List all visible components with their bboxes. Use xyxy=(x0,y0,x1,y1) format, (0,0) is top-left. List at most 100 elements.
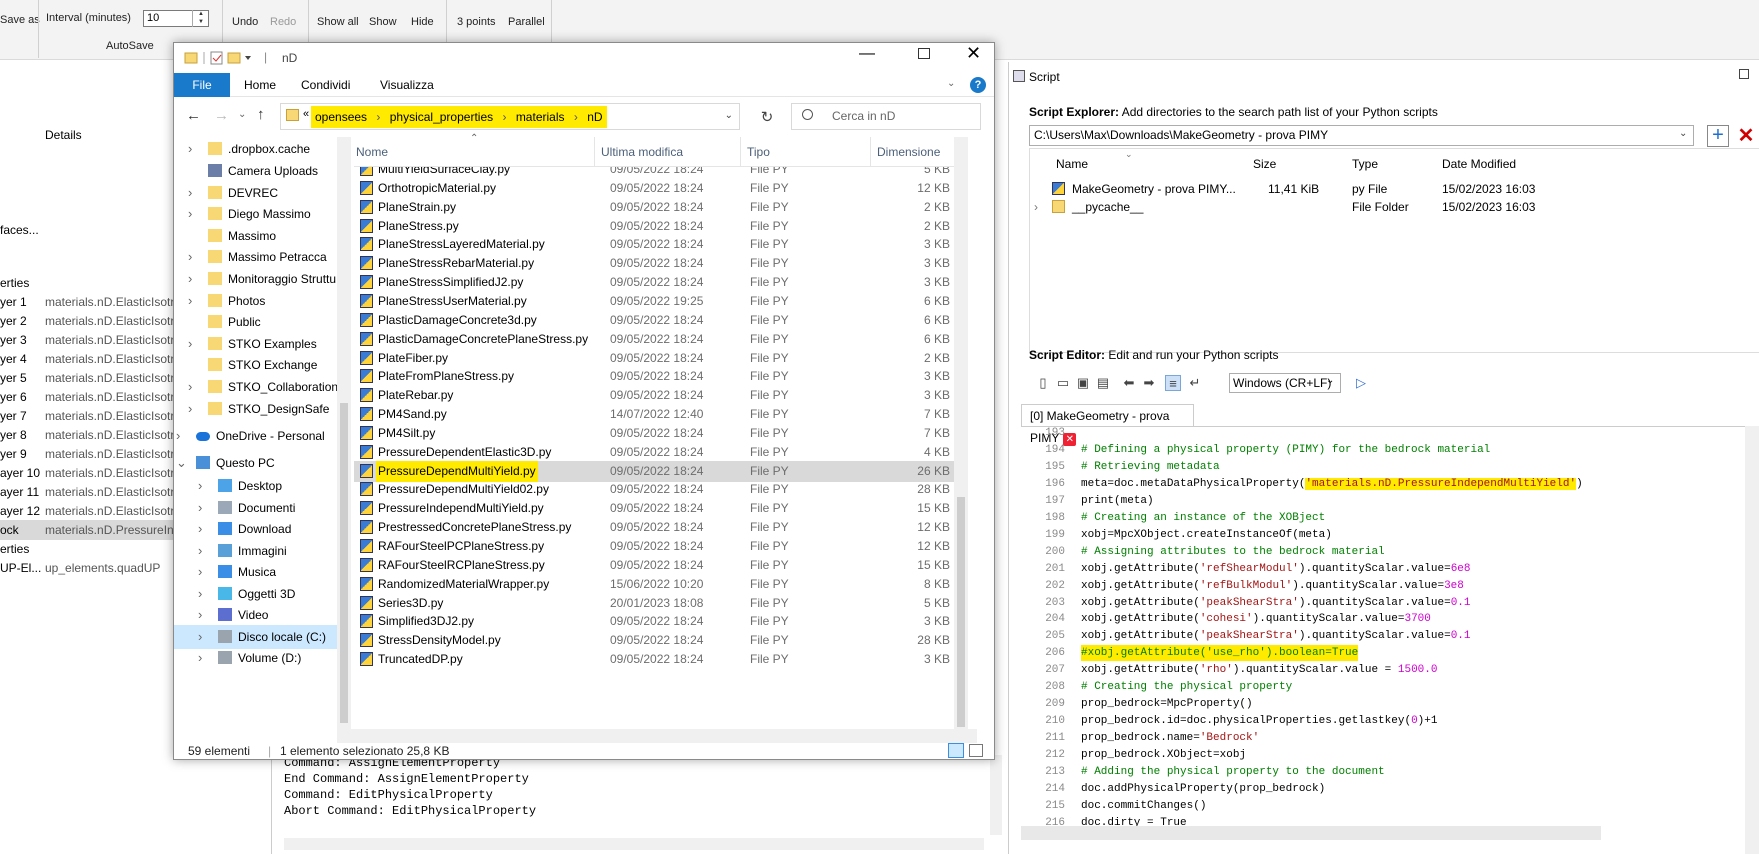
file-row[interactable]: RandomizedMaterialWrapper.py 15/06/2022 1… xyxy=(354,574,954,595)
tab-visualizza[interactable]: Visualizza xyxy=(380,73,434,97)
save-icon[interactable]: ▣ xyxy=(1075,375,1091,391)
column-type[interactable]: Tipo xyxy=(740,137,770,167)
address-dropdown-icon[interactable]: ⌄ xyxy=(725,110,733,121)
expand-chevron-icon[interactable]: › xyxy=(198,474,202,498)
file-row[interactable]: PlateFiber.py 09/05/2022 18:24 File PY 2 KB xyxy=(354,348,954,369)
word-wrap-icon[interactable]: ↵ xyxy=(1187,375,1203,391)
nav-item-stko-exchange[interactable]: STKO Exchange xyxy=(174,353,339,377)
show-all-button[interactable]: Show all xyxy=(317,16,359,28)
maximize-button[interactable] xyxy=(918,48,930,59)
expand-chevron-icon[interactable]: › xyxy=(176,424,180,448)
minimize-button[interactable]: — xyxy=(859,45,875,63)
navigation-scrollbar-thumb[interactable] xyxy=(340,403,348,723)
breadcrumb-nd[interactable]: nD xyxy=(587,110,602,124)
column-size[interactable]: Dimensione xyxy=(870,137,940,167)
nav-item-massimo-petracca[interactable]: › Massimo Petracca xyxy=(174,245,339,269)
nav-item-diego-massimo[interactable]: › Diego Massimo xyxy=(174,202,339,226)
nav-item-volume-d[interactable]: › Volume (D:) xyxy=(174,646,339,670)
tab-home[interactable]: Home xyxy=(244,73,276,97)
code-vertical-scrollbar[interactable] xyxy=(1745,426,1759,854)
nav-item-onedrive-personal[interactable]: › OneDrive - Personal xyxy=(174,424,339,448)
nav-item-public[interactable]: Public xyxy=(174,310,339,334)
breadcrumb-materials[interactable]: materials xyxy=(516,110,565,124)
file-row[interactable]: PressureDependentElastic3D.py 09/05/2022 … xyxy=(354,442,954,463)
file-row[interactable]: PlaneStress.py 09/05/2022 18:24 File PY 2 K… xyxy=(354,216,954,237)
undo-button[interactable]: Undo xyxy=(232,16,258,28)
expand-chevron-icon[interactable]: ⌄ xyxy=(176,451,187,475)
editor-tab[interactable]: [0] MakeGeometry - prova PIMY ✕ xyxy=(1021,404,1194,446)
file-row[interactable]: PlaneStrain.py 09/05/2022 18:24 File PY 2 K… xyxy=(354,197,954,218)
file-row[interactable]: RAFourSteelPCPlaneStress.py 09/05/2022 18… xyxy=(354,536,954,557)
file-row[interactable]: PrestressedConcretePlaneStress.py 09/05/2… xyxy=(354,517,954,538)
column-name[interactable]: Nome xyxy=(356,137,388,167)
file-row[interactable]: PlaneStressRebarMaterial.py 09/05/2022 18… xyxy=(354,253,954,274)
column-modified[interactable]: Ultima modifica xyxy=(594,137,683,167)
up-arrow-icon[interactable]: ↑ xyxy=(257,106,265,123)
expand-chevron-icon[interactable]: › xyxy=(188,137,192,161)
expand-chevron-icon[interactable]: › xyxy=(198,517,202,541)
open-file-icon[interactable]: ▭ xyxy=(1055,375,1071,391)
three-points-button[interactable]: 3 points xyxy=(457,16,496,28)
quick-access-toolbar-icons[interactable] xyxy=(184,50,254,66)
details-view-icon[interactable] xyxy=(948,743,964,758)
file-row[interactable]: PM4Sand.py 14/07/2022 12:40 File PY 7 KB xyxy=(354,404,954,425)
file-row[interactable]: OrthotropicMaterial.py 09/05/2022 18:24 Fi… xyxy=(354,178,954,199)
column-date[interactable]: Date Modified xyxy=(1442,157,1516,171)
refresh-icon[interactable]: ↻ xyxy=(754,105,780,132)
nav-item-stko-collaborations[interactable]: › STKO_Collaborations xyxy=(174,375,339,399)
code-editor[interactable]: 193 194 # Defining a physical property (PI… xyxy=(1021,426,1759,854)
nav-item-monitoraggio-struttu[interactable]: › Monitoraggio Struttu xyxy=(174,267,339,291)
nav-item-desktop[interactable]: › Desktop xyxy=(174,474,339,498)
nav-item-dropbox-cache[interactable]: › .dropbox.cache xyxy=(174,137,339,161)
redo-button[interactable]: Redo xyxy=(270,16,296,28)
nav-item-download[interactable]: › Download xyxy=(174,517,339,541)
file-row[interactable]: PlasticDamageConcrete3d.py 09/05/2022 18:… xyxy=(354,310,954,331)
redo-icon[interactable]: ➡ xyxy=(1141,375,1157,391)
file-row[interactable]: PressureDependMultiYield02.py 09/05/2022 … xyxy=(354,479,954,500)
large-icons-view-icon[interactable] xyxy=(969,744,983,757)
tab-condividi[interactable]: Condividi xyxy=(301,73,350,97)
select-dropdown-icon[interactable]: ⌄ xyxy=(1326,375,1334,386)
file-row[interactable]: PlateFromPlaneStress.py 09/05/2022 18:24 F… xyxy=(354,366,954,387)
column-size[interactable]: Size xyxy=(1253,157,1276,171)
overflow-chevron-icon[interactable]: « xyxy=(303,108,309,120)
expand-chevron-icon[interactable]: › xyxy=(198,646,202,670)
remove-directory-button[interactable]: ✕ xyxy=(1735,125,1757,147)
nav-item-musica[interactable]: › Musica xyxy=(174,560,339,584)
undo-icon[interactable]: ⬅ xyxy=(1121,375,1137,391)
script-entry-row[interactable]: MakeGeometry - prova PIMY... 11,41 KiB py … xyxy=(1030,179,1759,199)
indent-icon[interactable]: ≡ xyxy=(1165,375,1181,391)
expand-chevron-icon[interactable]: › xyxy=(198,560,202,584)
address-bar[interactable]: « opensees › physical_properties › mater… xyxy=(280,103,740,130)
expand-chevron-icon[interactable]: › xyxy=(188,375,192,399)
combo-dropdown-icon[interactable]: ⌄ xyxy=(1679,128,1687,139)
column-name[interactable]: Name xyxy=(1056,157,1088,171)
expand-chevron-icon[interactable]: › xyxy=(188,267,192,291)
expand-chevron-icon[interactable]: › xyxy=(188,245,192,269)
interval-spinner[interactable]: ▲ ▼ xyxy=(192,10,209,27)
ribbon-expand-icon[interactable]: ⌄ xyxy=(947,78,955,89)
nav-item-questo-pc[interactable]: ⌄ Questo PC xyxy=(174,451,339,475)
code-horizontal-scrollbar[interactable] xyxy=(1021,826,1601,840)
file-row[interactable]: RAFourSteelRCPlaneStress.py 09/05/2022 18… xyxy=(354,555,954,576)
nav-item-video[interactable]: › Video xyxy=(174,603,339,627)
nav-item-stko-designsafe[interactable]: › STKO_DesignSafe xyxy=(174,397,339,421)
add-directory-button[interactable]: + xyxy=(1707,125,1729,147)
show-button[interactable]: Show xyxy=(369,16,397,28)
script-path-combo[interactable]: C:\Users\Max\Downloads\MakeGeometry - pr… xyxy=(1029,125,1694,146)
console-vertical-scrollbar[interactable] xyxy=(990,755,1002,835)
expand-chevron-icon[interactable]: › xyxy=(188,202,192,226)
save-as-button[interactable]: Save as xyxy=(0,14,40,26)
recent-locations-icon[interactable]: ⌄ xyxy=(238,109,246,120)
expand-chevron-icon[interactable]: › xyxy=(188,397,192,421)
tab-file[interactable]: File xyxy=(174,73,230,97)
file-row[interactable]: PlaneStressUserMaterial.py 09/05/2022 19:… xyxy=(354,291,954,312)
breadcrumb-physical-properties[interactable]: physical_properties xyxy=(390,110,493,124)
file-row[interactable]: Series3D.py 20/01/2023 18:08 File PY 5 KB xyxy=(354,593,954,614)
file-row[interactable]: PressureIndependMultiYield.py 09/05/2022 … xyxy=(354,498,954,519)
script-entry-row[interactable]: › __pycache__ File Folder 15/02/2023 16:03 xyxy=(1030,197,1759,217)
file-row[interactable]: PM4Silt.py 09/05/2022 18:24 File PY 7 KB xyxy=(354,423,954,444)
file-row[interactable]: PlasticDamageConcretePlaneStress.py 09/05… xyxy=(354,329,954,350)
save-all-icon[interactable]: ▤ xyxy=(1095,375,1111,391)
line-ending-select[interactable]: Windows (CR+LF) xyxy=(1229,373,1341,393)
